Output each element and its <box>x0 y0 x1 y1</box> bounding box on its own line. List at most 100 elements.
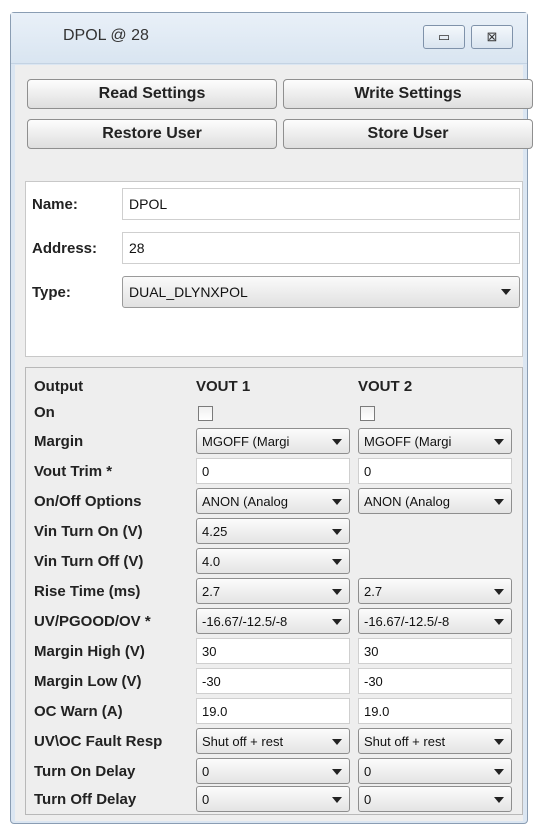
chevron-down-icon <box>494 589 504 595</box>
vout1-turn-off-delay-value: 0 <box>202 792 210 807</box>
device-info-box: Name: DPOL Address: 28 Type: DUAL_DLYNXP… <box>25 181 523 357</box>
window-title: DPOL @ 28 <box>63 27 149 44</box>
type-label: Type: <box>32 284 71 301</box>
uv-pgood-ov-label: UV/PGOOD/OV * <box>34 613 151 630</box>
vout1-trim-input[interactable]: 0 <box>196 458 350 484</box>
vout2-trim-input[interactable]: 0 <box>358 458 512 484</box>
type-select-value: DUAL_DLYNXPOL <box>129 284 248 300</box>
chevron-down-icon <box>501 289 511 295</box>
vout1-turn-off-delay-select[interactable]: 0 <box>196 786 350 812</box>
chevron-down-icon <box>332 739 342 745</box>
vout2-oc-warn-input[interactable]: 19.0 <box>358 698 512 724</box>
vout2-turn-off-delay-select[interactable]: 0 <box>358 786 512 812</box>
store-user-button[interactable]: Store User <box>283 119 533 149</box>
vout1-oc-warn-input[interactable]: 19.0 <box>196 698 350 724</box>
vout1-margin-low-input[interactable]: -30 <box>196 668 350 694</box>
vout1-margin-value: MGOFF (Margi <box>202 434 290 449</box>
chevron-down-icon <box>494 439 504 445</box>
chevron-down-icon <box>494 619 504 625</box>
settings-button-row: Read Settings Write Settings <box>27 79 533 109</box>
onoff-options-label: On/Off Options <box>34 493 142 510</box>
chevron-down-icon <box>494 499 504 505</box>
close-button[interactable]: ⊠ <box>471 25 513 49</box>
vout2-uv-pgood-ov-select[interactable]: -16.67/-12.5/-8 <box>358 608 512 634</box>
vout1-uv-oc-fault-select[interactable]: Shut off + rest <box>196 728 350 754</box>
vout2-rise-time-value: 2.7 <box>364 584 383 599</box>
vout1-rise-time-value: 2.7 <box>202 584 221 599</box>
vout1-margin-high-input[interactable]: 30 <box>196 638 350 664</box>
vout1-uv-pgood-ov-value: -16.67/-12.5/-8 <box>202 614 288 629</box>
title-bar: DPOL @ 28 ▭ ⊠ <box>11 13 527 64</box>
address-label: Address: <box>32 240 98 257</box>
minimize-icon: ▭ <box>437 29 451 44</box>
vout1-margin-select[interactable]: MGOFF (Margi <box>196 428 350 454</box>
chevron-down-icon <box>332 589 342 595</box>
uv-oc-fault-label: UV\OC Fault Resp <box>34 733 163 750</box>
address-input[interactable]: 28 <box>122 232 520 264</box>
write-settings-button[interactable]: Write Settings <box>283 79 533 109</box>
chevron-down-icon <box>332 769 342 775</box>
vout1-uv-oc-fault-value: Shut off + rest <box>202 734 284 749</box>
chevron-down-icon <box>332 499 342 505</box>
vout2-turn-off-delay-value: 0 <box>364 792 372 807</box>
chevron-down-icon <box>494 797 504 803</box>
vout1-rise-time-select[interactable]: 2.7 <box>196 578 350 604</box>
chevron-down-icon <box>332 529 342 535</box>
vout1-turn-on-delay-value: 0 <box>202 764 210 779</box>
vin-turn-on-label: Vin Turn On (V) <box>34 523 143 540</box>
vout2-margin-low-input[interactable]: -30 <box>358 668 512 694</box>
vout2-margin-select[interactable]: MGOFF (Margi <box>358 428 512 454</box>
window-controls: ▭ ⊠ <box>423 25 513 49</box>
vout2-header: VOUT 2 <box>358 378 413 395</box>
output-settings-grid: Output VOUT 1 VOUT 2 On Margin MGOFF (Ma… <box>25 367 523 815</box>
oc-warn-label: OC Warn (A) <box>34 703 123 720</box>
chevron-down-icon <box>332 439 342 445</box>
margin-low-label: Margin Low (V) <box>34 673 142 690</box>
chevron-down-icon <box>332 797 342 803</box>
vin-turn-on-value: 4.25 <box>202 524 228 539</box>
vout1-header: VOUT 1 <box>196 378 251 395</box>
name-input[interactable]: DPOL <box>122 188 520 220</box>
vout2-margin-high-input[interactable]: 30 <box>358 638 512 664</box>
dpol-window: DPOL @ 28 ▭ ⊠ Read Settings Write Settin… <box>10 12 533 824</box>
vout1-onoff-value: ANON (Analog <box>202 494 288 509</box>
vout2-uv-oc-fault-select[interactable]: Shut off + rest <box>358 728 512 754</box>
name-label: Name: <box>32 196 78 213</box>
user-button-row: Restore User Store User <box>27 119 533 149</box>
vout2-uv-pgood-ov-value: -16.67/-12.5/-8 <box>364 614 450 629</box>
chevron-down-icon <box>332 619 342 625</box>
vout2-rise-time-select[interactable]: 2.7 <box>358 578 512 604</box>
restore-user-button[interactable]: Restore User <box>27 119 277 149</box>
chevron-down-icon <box>332 559 342 565</box>
vout1-turn-on-delay-select[interactable]: 0 <box>196 758 350 784</box>
main-panel: Read Settings Write Settings Restore Use… <box>15 65 533 821</box>
vout2-onoff-select[interactable]: ANON (Analog <box>358 488 512 514</box>
on-label: On <box>34 404 55 421</box>
vin-turn-off-select[interactable]: 4.0 <box>196 548 350 574</box>
margin-high-label: Margin High (V) <box>34 643 145 660</box>
close-icon: ⊠ <box>486 29 498 44</box>
vout2-turn-on-delay-select[interactable]: 0 <box>358 758 512 784</box>
rise-time-label: Rise Time (ms) <box>34 583 141 600</box>
vout2-turn-on-delay-value: 0 <box>364 764 372 779</box>
vout-trim-label: Vout Trim * <box>34 463 113 480</box>
minimize-button[interactable]: ▭ <box>423 25 465 49</box>
vout1-uv-pgood-ov-select[interactable]: -16.67/-12.5/-8 <box>196 608 350 634</box>
read-settings-button[interactable]: Read Settings <box>27 79 277 109</box>
chevron-down-icon <box>494 739 504 745</box>
turn-on-delay-label: Turn On Delay <box>34 763 136 780</box>
chevron-down-icon <box>494 769 504 775</box>
output-header: Output <box>34 378 84 395</box>
type-select[interactable]: DUAL_DLYNXPOL <box>122 276 520 308</box>
vin-turn-on-select[interactable]: 4.25 <box>196 518 350 544</box>
vout1-on-checkbox[interactable] <box>198 406 213 421</box>
vout1-onoff-select[interactable]: ANON (Analog <box>196 488 350 514</box>
vout2-margin-value: MGOFF (Margi <box>364 434 452 449</box>
vout2-onoff-value: ANON (Analog <box>364 494 450 509</box>
margin-label: Margin <box>34 433 84 450</box>
vout2-uv-oc-fault-value: Shut off + rest <box>364 734 446 749</box>
vin-turn-off-value: 4.0 <box>202 554 221 569</box>
vout2-on-checkbox[interactable] <box>360 406 375 421</box>
turn-off-delay-label: Turn Off Delay <box>34 791 137 808</box>
vin-turn-off-label: Vin Turn Off (V) <box>34 553 144 570</box>
